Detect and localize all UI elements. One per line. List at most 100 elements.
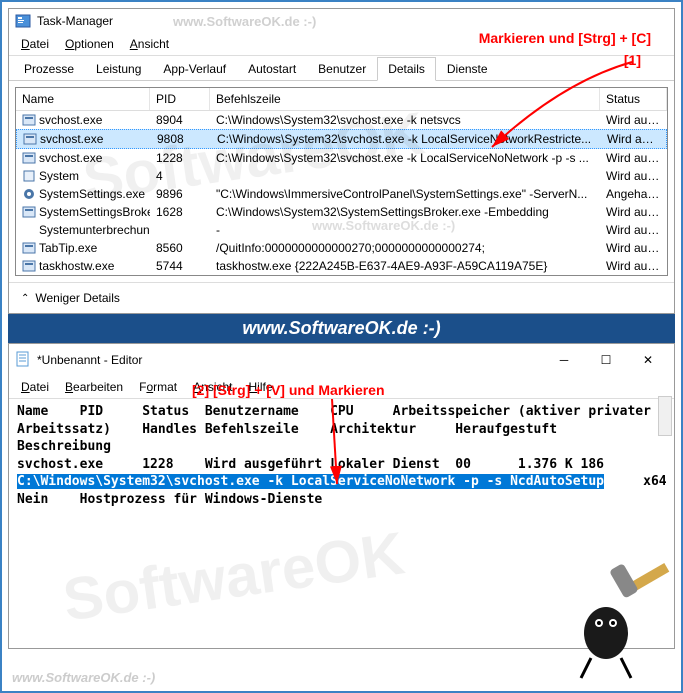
table-row[interactable]: SystemSettings.exe9896"C:\Windows\Immers… <box>16 185 667 203</box>
np-header1: Name PID Status Benutzername CPU Arbeits… <box>17 403 666 421</box>
cell-pid: 1628 <box>150 204 210 220</box>
table-row[interactable]: taskhostw.exe5744taskhostw.exe {222A245B… <box>16 257 667 275</box>
notepad-icon <box>15 351 31 370</box>
task-manager-icon <box>15 13 31 29</box>
col-cmd[interactable]: Befehlszeile <box>210 88 600 110</box>
cell-pid: 9808 <box>151 131 211 147</box>
cell-cmd: - <box>210 222 600 238</box>
np-menu-format[interactable]: Format <box>131 378 185 396</box>
cell-name: SystemSettings.exe <box>16 186 150 202</box>
table-row[interactable]: Systemunterbrechun... -Wird ausgefüh <box>16 221 667 239</box>
cell-cmd: C:\Windows\System32\svchost.exe -k Local… <box>210 150 600 166</box>
process-icon <box>22 223 36 237</box>
cell-pid: 5744 <box>150 258 210 274</box>
tab-leistung[interactable]: Leistung <box>85 57 152 81</box>
close-button[interactable]: ✕ <box>628 348 668 372</box>
highlighted-text: C:\Windows\System32\svchost.exe -k Local… <box>17 474 604 489</box>
chevron-up-icon: ⌃ <box>21 293 29 304</box>
cell-status: Wird ausgefüh <box>600 204 667 220</box>
task-manager-window: Task-Manager www.SoftwareOK.de :-) Datei… <box>8 8 675 314</box>
scrollbar[interactable] <box>658 396 672 436</box>
np-row3: Nein Hostprozess für Windows-Dienste <box>17 491 666 509</box>
cell-status: Wird ausgefüh <box>600 150 667 166</box>
cell-status: Wird ausgefüh <box>600 258 667 274</box>
cell-cmd: C:\Windows\System32\svchost.exe -k netsv… <box>210 112 600 128</box>
cell-name: System <box>16 168 150 184</box>
process-icon <box>22 241 36 255</box>
menu-optionen[interactable]: Optionen <box>57 35 122 53</box>
cell-pid: 4 <box>150 168 210 184</box>
table-row[interactable]: svchost.exe9808C:\Windows\System32\svcho… <box>16 129 667 149</box>
menu-datei[interactable]: Datei <box>13 35 57 53</box>
np-row2: C:\Windows\System32\svchost.exe -k Local… <box>17 473 666 491</box>
cell-cmd <box>210 175 600 177</box>
table-row[interactable]: SystemSettingsBroke...1628C:\Windows\Sys… <box>16 203 667 221</box>
process-icon <box>22 187 36 201</box>
cell-name: Systemunterbrechun... <box>16 222 150 238</box>
cell-cmd: /QuitInfo:0000000000000270;0000000000000… <box>210 240 600 256</box>
task-manager-titlebar[interactable]: Task-Manager www.SoftwareOK.de :-) <box>9 9 674 33</box>
table-body: svchost.exe8904C:\Windows\System32\svcho… <box>16 111 667 275</box>
process-table: Name PID Befehlszeile Status svchost.exe… <box>15 87 668 276</box>
cell-status: Wird ausgefüh <box>600 168 667 184</box>
tab-bar: Prozesse Leistung App-Verlauf Autostart … <box>9 56 674 81</box>
cell-name: TabTip.exe <box>16 240 150 256</box>
cell-cmd: C:\Windows\System32\svchost.exe -k Local… <box>211 131 601 147</box>
tab-prozesse[interactable]: Prozesse <box>13 57 85 81</box>
minimize-button[interactable]: ─ <box>544 348 584 372</box>
np-menu-hilfe[interactable]: Hilfe <box>241 378 281 396</box>
fewer-details-label: Weniger Details <box>35 291 119 305</box>
np-row1: svchost.exe 1228 Wird ausgeführt Lokaler… <box>17 456 666 474</box>
cell-name: SystemSettingsBroke... <box>16 204 150 220</box>
cell-pid: 8560 <box>150 240 210 256</box>
tab-appverlauf[interactable]: App-Verlauf <box>152 57 237 81</box>
banner: www.SoftwareOK.de :-) <box>8 314 675 343</box>
col-pid[interactable]: PID <box>150 88 210 110</box>
cell-cmd: taskhostw.exe {222A245B-E637-4AE9-A93F-A… <box>210 258 600 274</box>
table-row[interactable]: TabTip.exe8560/QuitInfo:0000000000000270… <box>16 239 667 257</box>
cell-status: Angehalten <box>600 186 667 202</box>
tab-autostart[interactable]: Autostart <box>237 57 307 81</box>
process-icon <box>23 132 37 146</box>
watermark: www.SoftwareOK.de :-) <box>173 14 316 29</box>
cell-pid: 8904 <box>150 112 210 128</box>
np-header2: Arbeitssatz) Handles Befehlszeile Archit… <box>17 421 666 439</box>
mascot-icon <box>551 563 671 683</box>
cell-pid: 9896 <box>150 186 210 202</box>
cell-pid: 1228 <box>150 150 210 166</box>
notepad-titlebar[interactable]: *Unbenannt - Editor ─ ☐ ✕ <box>9 344 674 376</box>
notepad-title: *Unbenannt - Editor <box>37 353 142 367</box>
process-icon <box>22 259 36 273</box>
np-menu-ansicht[interactable]: Ansicht <box>185 378 240 396</box>
process-icon <box>22 151 36 165</box>
table-header-row: Name PID Befehlszeile Status <box>16 88 667 111</box>
col-status[interactable]: Status <box>600 88 667 110</box>
table-row[interactable]: svchost.exe8904C:\Windows\System32\svcho… <box>16 111 667 129</box>
menu-ansicht[interactable]: Ansicht <box>122 35 177 53</box>
notepad-menubar: Datei Bearbeiten Format Ansicht Hilfe <box>9 376 674 399</box>
table-row[interactable]: svchost.exe1228C:\Windows\System32\svcho… <box>16 149 667 167</box>
cell-status: Wird ausgefüh <box>600 240 667 256</box>
col-name[interactable]: Name <box>16 88 150 110</box>
cell-pid <box>150 229 210 231</box>
tab-benutzer[interactable]: Benutzer <box>307 57 377 81</box>
process-icon <box>22 169 36 183</box>
cell-status: Wird ausgefüh <box>600 222 667 238</box>
window-controls: ─ ☐ ✕ <box>544 348 668 372</box>
cell-cmd: "C:\Windows\ImmersiveControlPanel\System… <box>210 186 600 202</box>
cell-name: taskhostw.exe <box>16 258 150 274</box>
np-menu-bearbeiten[interactable]: Bearbeiten <box>57 378 131 396</box>
fewer-details-row[interactable]: ⌃ Weniger Details <box>9 282 674 313</box>
np-menu-datei[interactable]: Datei <box>13 378 57 396</box>
window-title: Task-Manager <box>37 14 113 28</box>
cell-cmd: C:\Windows\System32\SystemSettingsBroker… <box>210 204 600 220</box>
tab-dienste[interactable]: Dienste <box>436 57 499 81</box>
footer-watermark: www.SoftwareOK.de :-) <box>12 670 155 685</box>
maximize-button[interactable]: ☐ <box>586 348 626 372</box>
tab-details[interactable]: Details <box>377 57 436 81</box>
cell-status: Wird ausgefüh <box>600 112 667 128</box>
process-icon <box>22 205 36 219</box>
cell-name: svchost.exe <box>16 150 150 166</box>
notepad-content[interactable]: Name PID Status Benutzername CPU Arbeits… <box>9 399 674 512</box>
table-row[interactable]: System4 Wird ausgefüh <box>16 167 667 185</box>
